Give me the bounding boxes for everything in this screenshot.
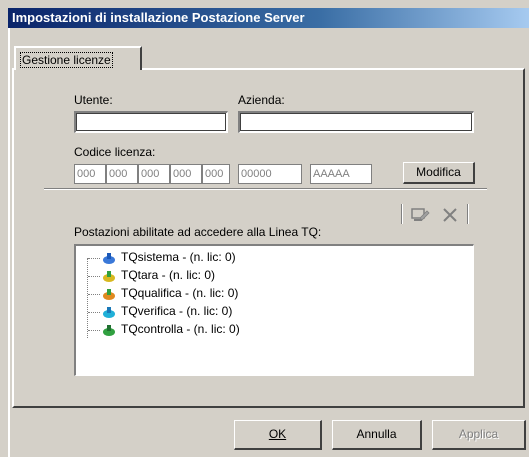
- tqqualifica-icon: [102, 287, 116, 301]
- utente-field[interactable]: [74, 111, 228, 133]
- tree-item-label: TQqualifica - (n. lic: 0): [121, 286, 239, 300]
- modifica-button[interactable]: Modifica: [403, 162, 475, 184]
- utente-label: Utente:: [74, 93, 113, 107]
- tree-branch: [88, 312, 100, 313]
- codice-serial[interactable]: 00000: [238, 164, 302, 184]
- annulla-label: Annulla: [356, 427, 397, 441]
- tqverifica-icon: [102, 305, 116, 319]
- tab-label: Gestione licenze: [20, 52, 113, 68]
- title-bar: Impostazioni di installazione Postazione…: [8, 8, 529, 28]
- tree-item-label: TQcontrolla - (n. lic: 0): [121, 322, 240, 336]
- tree-branch: [88, 294, 100, 295]
- window-title: Impostazioni di installazione Postazione…: [12, 10, 305, 25]
- stations-tree[interactable]: TQsistema - (n. lic: 0) TQtara - (n. lic…: [74, 244, 474, 376]
- tab-gestione-licenze[interactable]: Gestione licenze: [14, 46, 142, 70]
- tqtara-icon: [102, 269, 116, 283]
- separator-highlight: [44, 189, 487, 190]
- tree-branch: [88, 276, 100, 277]
- codice-key[interactable]: AAAAA: [310, 164, 372, 184]
- azienda-field[interactable]: [238, 111, 474, 133]
- window-frame: [8, 28, 10, 457]
- tree-branch: [88, 258, 100, 259]
- applica-button[interactable]: Applica: [432, 420, 526, 450]
- delete-icon[interactable]: [440, 206, 460, 224]
- codice-segment-3[interactable]: 000: [138, 164, 170, 184]
- annulla-button[interactable]: Annulla: [332, 420, 422, 450]
- codice-segment-1[interactable]: 000: [74, 164, 106, 184]
- toolbar-separator-left: [401, 204, 403, 224]
- edit-station-icon[interactable]: [410, 206, 430, 224]
- codice-segment-4[interactable]: 000: [170, 164, 202, 184]
- toolbar-separator-right: [467, 204, 469, 224]
- tqcontrolla-icon: [102, 323, 116, 337]
- tree-item-label: TQverifica - (n. lic: 0): [121, 304, 233, 318]
- azienda-label: Azienda:: [238, 93, 285, 107]
- ok-label: OK: [268, 427, 287, 441]
- tree-branch: [88, 330, 100, 331]
- tree-line: [87, 258, 88, 338]
- codice-licenza-label: Codice licenza:: [74, 145, 156, 159]
- codice-segment-2[interactable]: 000: [106, 164, 138, 184]
- tree-item-label: TQsistema - (n. lic: 0): [121, 250, 236, 264]
- tqsistema-icon: [102, 251, 116, 265]
- stations-label: Postazioni abilitate ad accedere alla Li…: [74, 225, 322, 239]
- modifica-label: Modifica: [416, 165, 461, 179]
- tree-item-label: TQtara - (n. lic: 0): [121, 268, 216, 282]
- ok-button[interactable]: OK: [234, 420, 322, 450]
- applica-label: Applica: [458, 427, 499, 441]
- codice-segment-5[interactable]: 000: [202, 164, 230, 184]
